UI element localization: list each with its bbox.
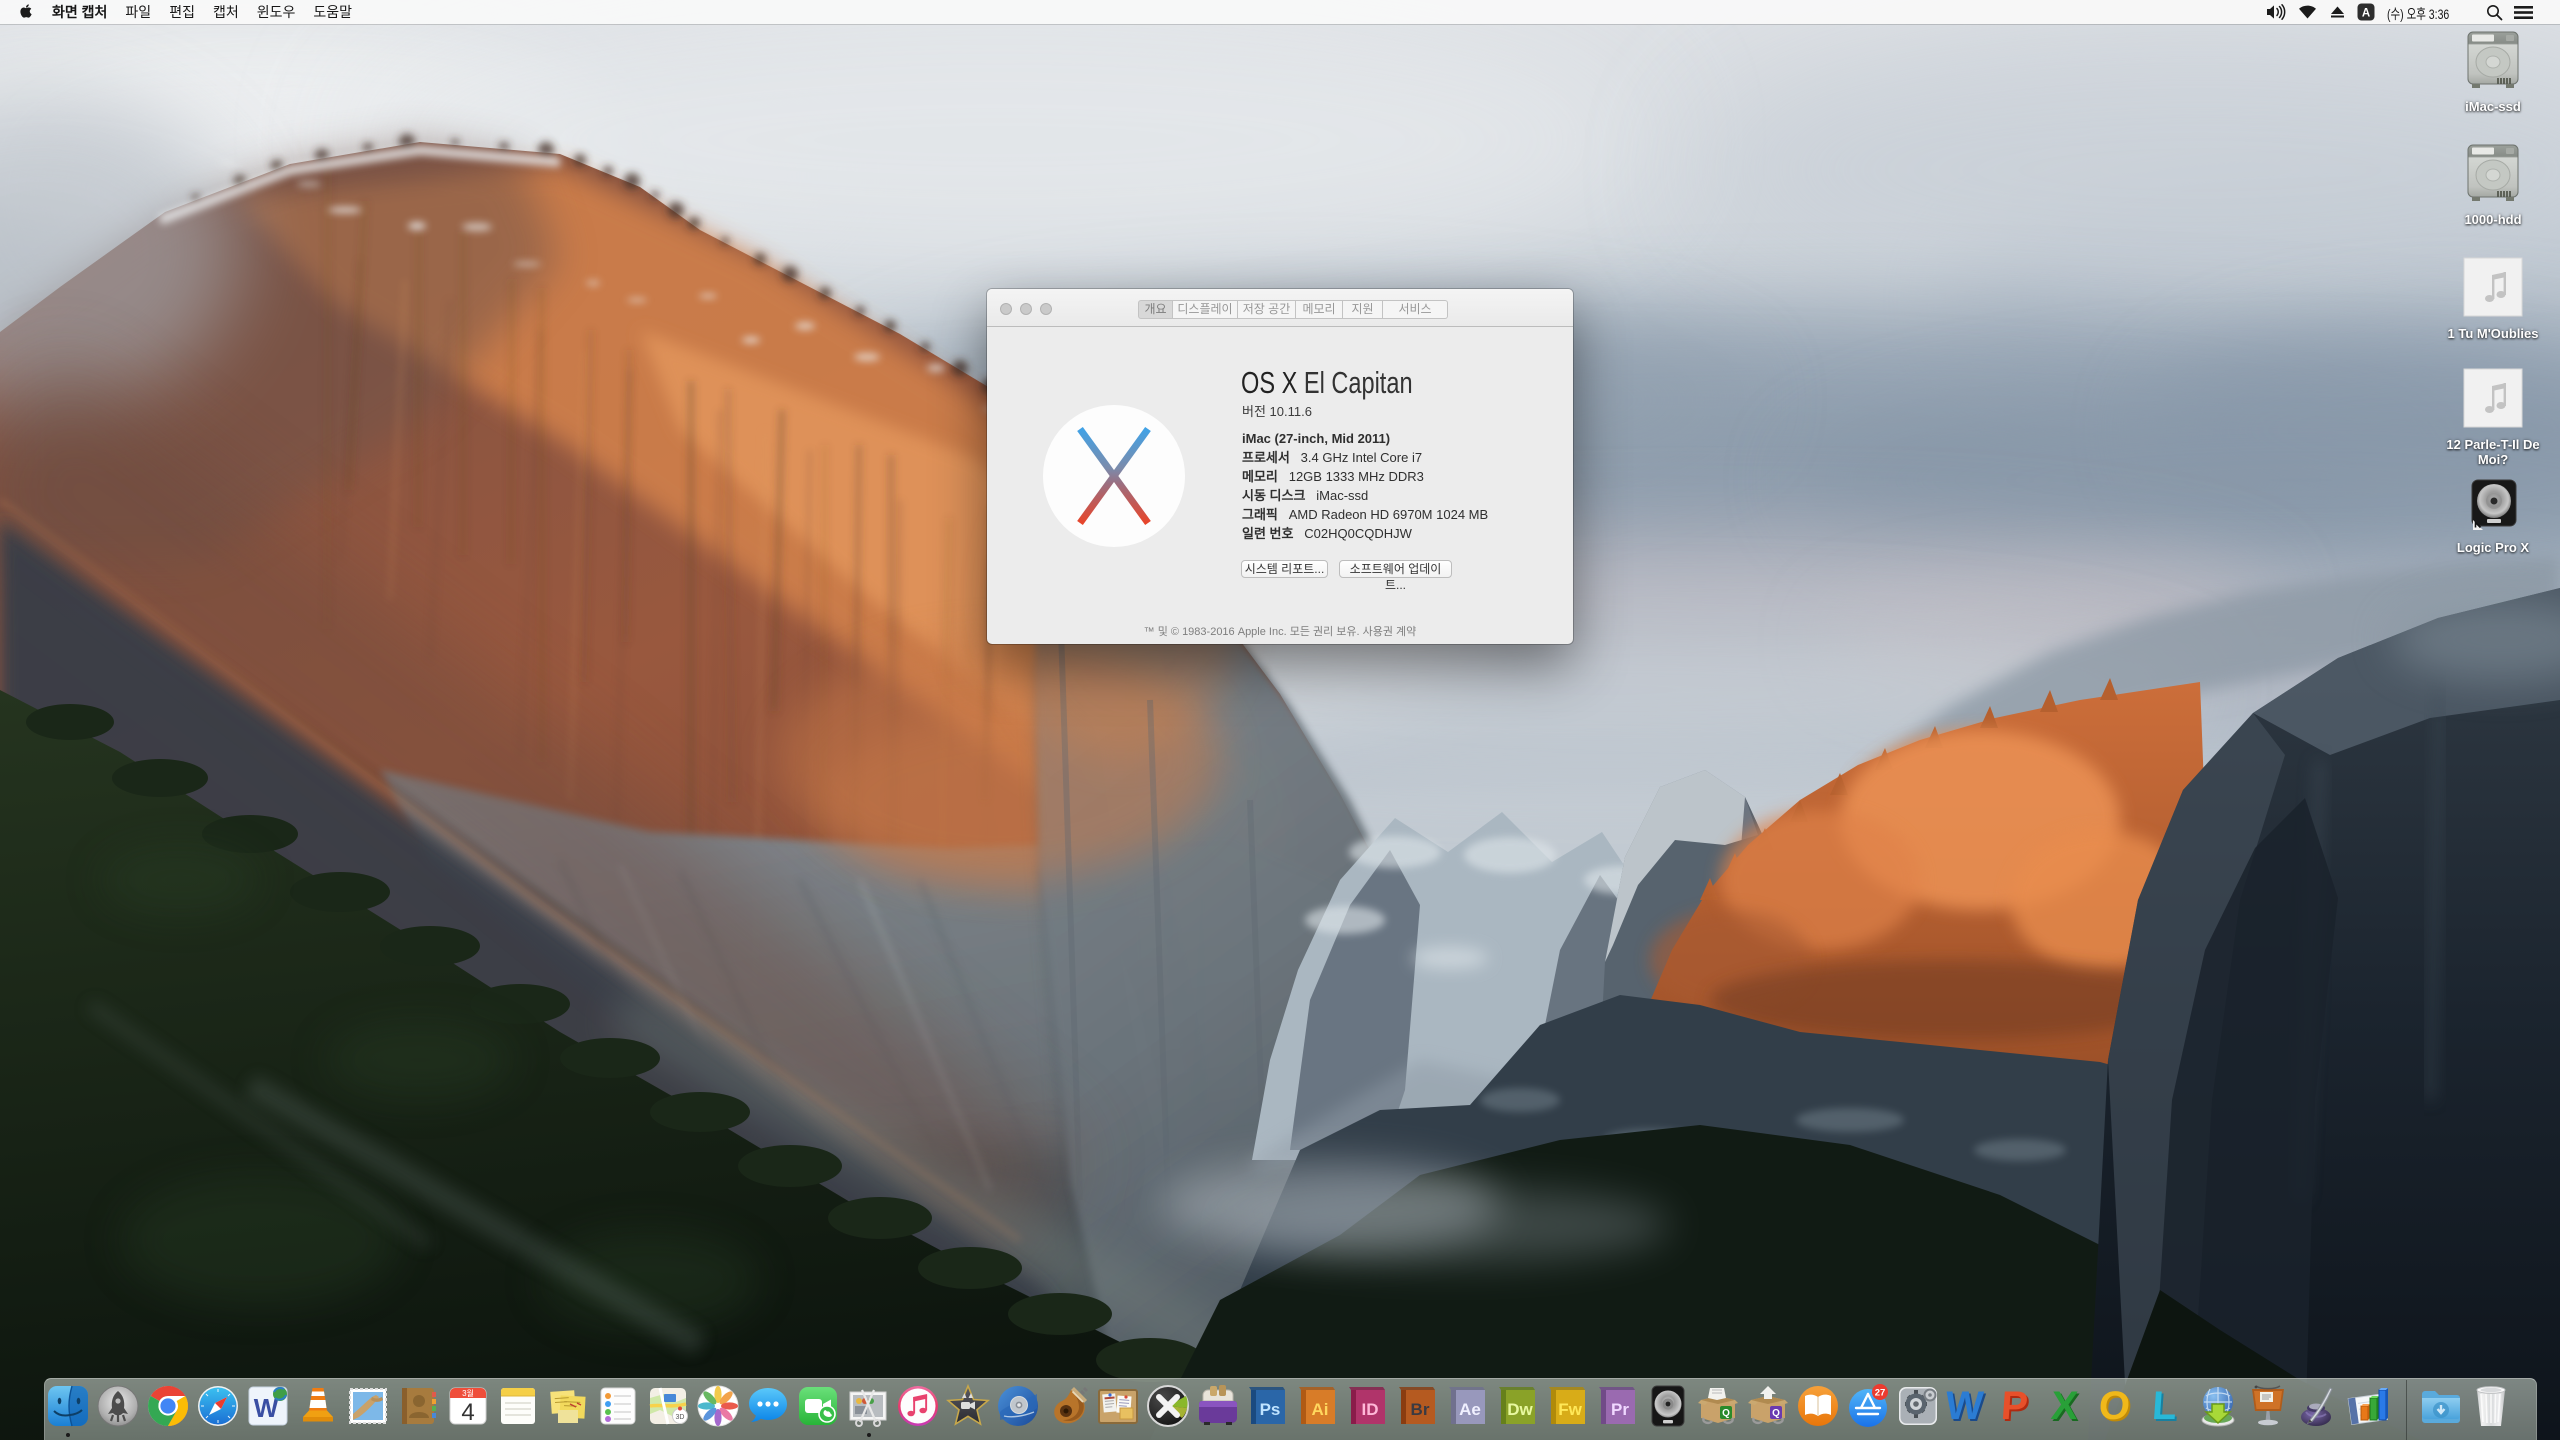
svg-text:O: O (2097, 1384, 2131, 1428)
svg-text:27: 27 (1875, 1387, 1886, 1398)
svg-text:X: X (2050, 1384, 2080, 1428)
svg-text:P: P (2000, 1384, 2030, 1428)
svg-text:4: 4 (461, 1399, 474, 1426)
svg-text:3D: 3D (676, 1414, 685, 1421)
svg-text:Q: Q (1722, 1408, 1730, 1419)
svg-text:Fw: Fw (1558, 1400, 1582, 1419)
svg-text:A: A (2362, 8, 2370, 20)
svg-text:Ae: Ae (1459, 1400, 1481, 1419)
svg-text:L: L (2151, 1384, 2178, 1428)
svg-text:3월: 3월 (462, 1388, 474, 1398)
svg-text:Br: Br (1411, 1400, 1430, 1419)
svg-text:ID: ID (1362, 1400, 1379, 1419)
svg-text:Pr: Pr (1611, 1400, 1629, 1419)
svg-text:Ai: Ai (1312, 1400, 1329, 1419)
svg-text:W: W (1946, 1384, 1985, 1428)
svg-text:Ps: Ps (1260, 1400, 1281, 1419)
svg-text:Q: Q (1772, 1408, 1780, 1419)
svg-text:Dw: Dw (1507, 1400, 1533, 1419)
